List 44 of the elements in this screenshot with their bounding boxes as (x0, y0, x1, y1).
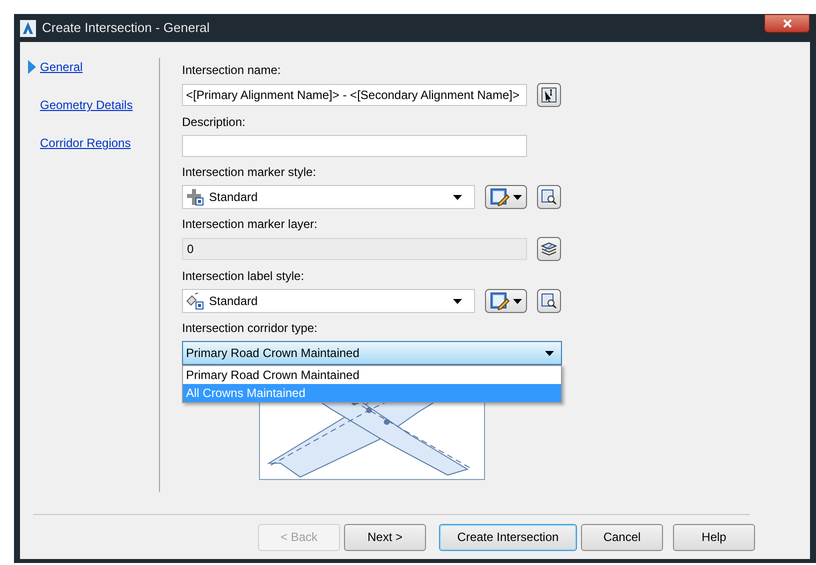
style-dropdown[interactable]: Standard (182, 185, 475, 209)
caret-icon (545, 350, 554, 356)
window-title: Create Intersection - General (42, 19, 211, 38)
layers-icon (540, 241, 558, 257)
preview-icon (541, 293, 557, 309)
pick-button[interactable] (537, 83, 561, 107)
caret-icon (453, 298, 462, 304)
text-field[interactable] (182, 135, 527, 157)
caret-icon (453, 194, 462, 200)
close-icon (782, 19, 792, 28)
corridor-type-dropdown[interactable]: Primary Road Crown Maintained (182, 341, 562, 365)
field-label: Intersection label style: (182, 268, 306, 284)
dialog-button[interactable]: Cancel (581, 524, 663, 550)
marker-style-icon (186, 188, 204, 206)
layer-button[interactable] (537, 237, 561, 261)
field-label: Intersection corridor type: (182, 320, 318, 336)
browse-button[interactable] (537, 185, 561, 209)
edit-icon (490, 292, 510, 310)
edit-style-button[interactable] (485, 289, 527, 313)
edit-icon (490, 188, 510, 206)
layer-field: 0 (182, 238, 527, 260)
preview-icon (541, 189, 557, 205)
step-link[interactable]: Geometry Details (40, 96, 133, 114)
style-dropdown[interactable]: Standard (182, 289, 475, 313)
app-logo-icon (20, 20, 36, 36)
close-button[interactable] (764, 14, 810, 33)
edit-style-button[interactable] (485, 185, 527, 209)
text-field[interactable]: <[Primary Alignment Name]> - <[Secondary Alignment Name]> (182, 84, 527, 106)
pick-cursor-icon (541, 87, 557, 103)
dropdown-option[interactable]: Primary Road Crown Maintained (183, 366, 561, 384)
field-label: Intersection marker style: (182, 164, 318, 180)
dialog-button[interactable]: Help (673, 524, 755, 550)
field-label: Intersection name: (182, 62, 282, 78)
field-label: Intersection marker layer: (182, 216, 318, 232)
step-link[interactable]: Corridor Regions (40, 134, 131, 152)
browse-button[interactable] (537, 289, 561, 313)
field-label: Description: (182, 114, 246, 130)
step-link[interactable]: General (40, 58, 83, 76)
dialog-button[interactable]: Next > (344, 524, 426, 550)
current-step-icon (28, 60, 36, 74)
dialog-button[interactable]: Create Intersection (439, 524, 577, 550)
caret-icon (513, 298, 522, 304)
label-style-icon (186, 292, 204, 310)
caret-icon (513, 194, 522, 200)
